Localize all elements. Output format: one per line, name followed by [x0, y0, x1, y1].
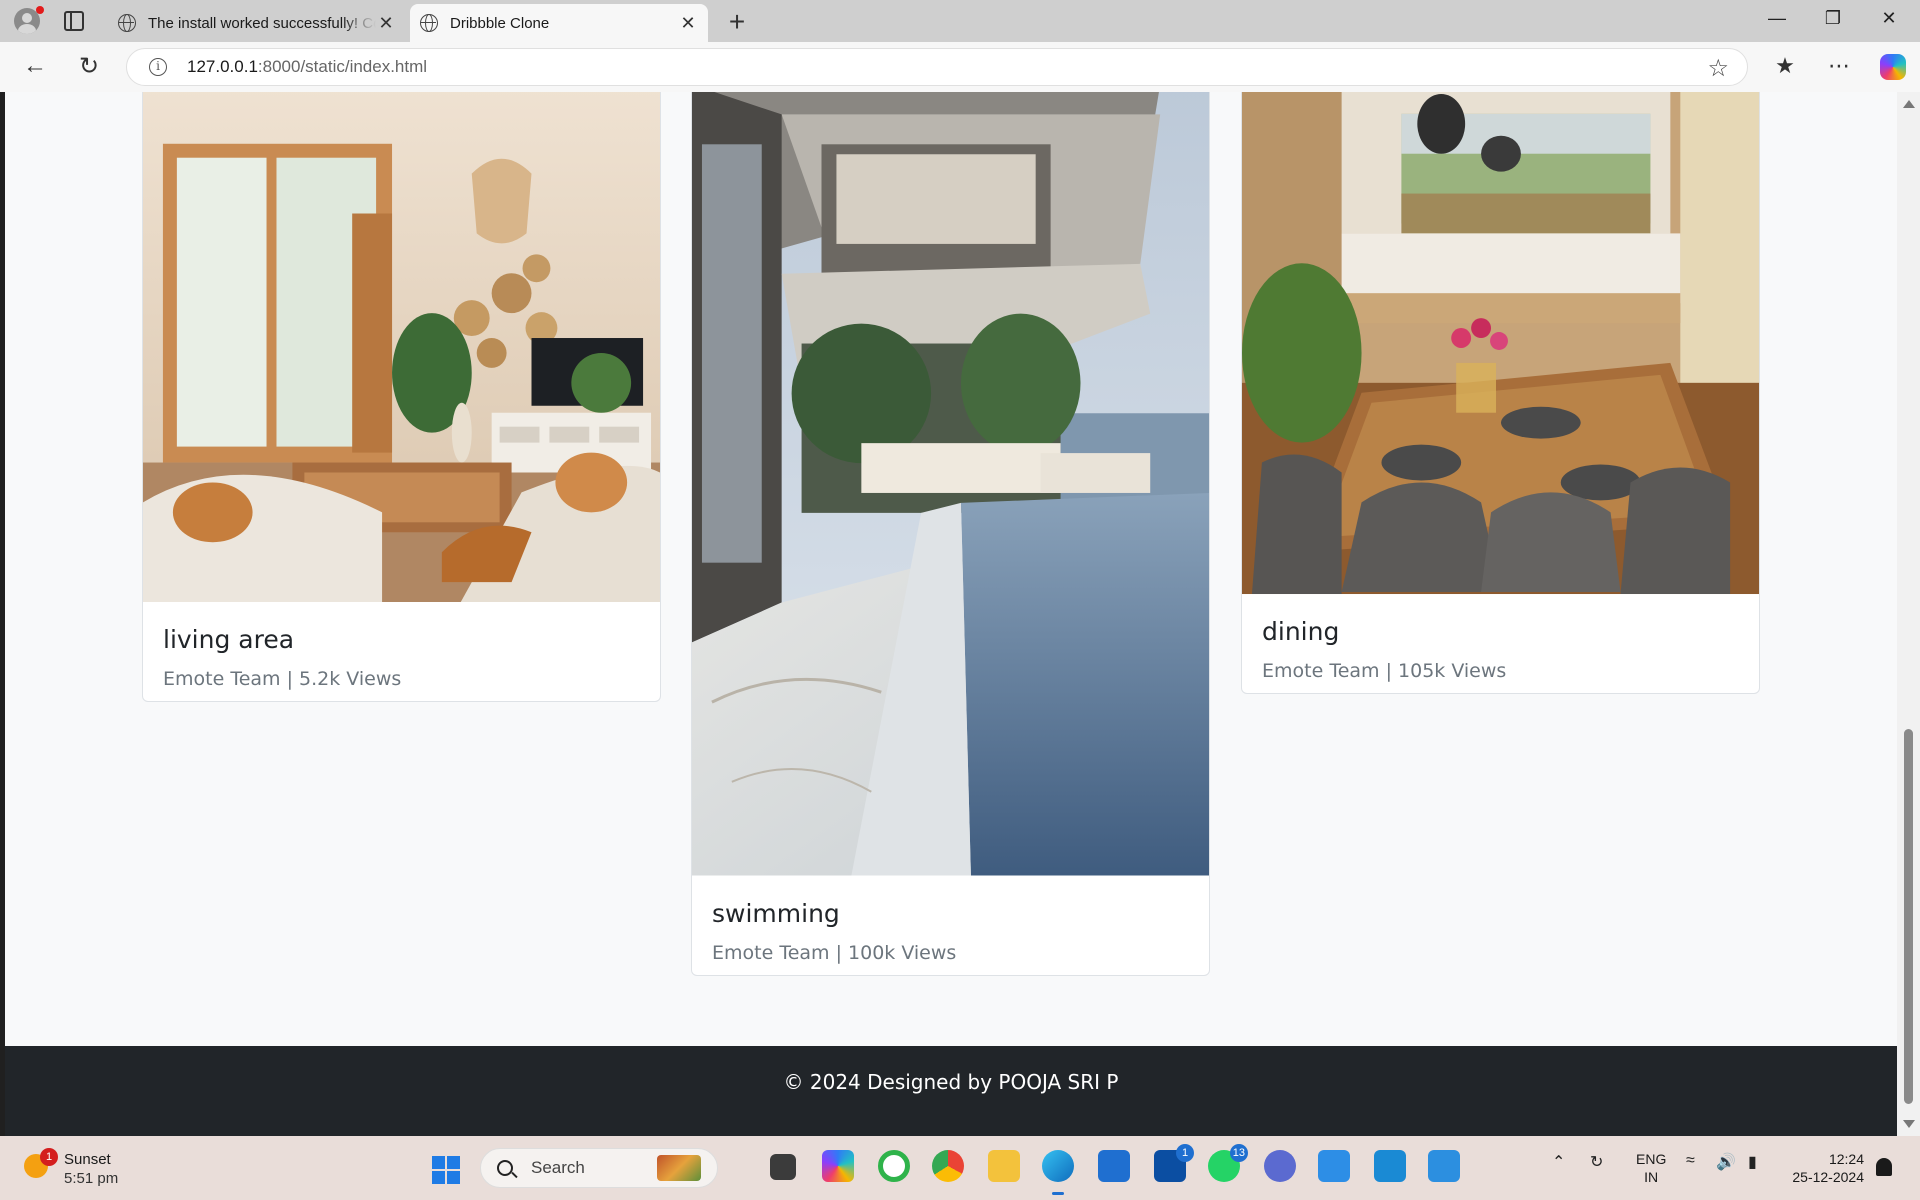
copilot-icon[interactable]: [1880, 54, 1906, 80]
vscode-icon[interactable]: [1374, 1150, 1406, 1182]
sync-icon[interactable]: ↻: [1590, 1152, 1603, 1172]
lang-code: ENG: [1636, 1151, 1667, 1167]
infinity-pool-photo: [692, 92, 1209, 876]
living-room-photo: [143, 92, 660, 602]
restore-icon[interactable]: ❐: [1810, 8, 1856, 29]
refresh-app-icon[interactable]: [878, 1150, 910, 1182]
clock[interactable]: 12:24 25-12-2024: [1782, 1150, 1864, 1186]
wifi-icon[interactable]: ≈: [1686, 1152, 1695, 1170]
card-swimming[interactable]: swimming Emote Team | 100k Views: [691, 92, 1210, 976]
url-input[interactable]: i 127.0.0.1 :8000/static/index.html ☆: [126, 48, 1748, 86]
l-app-icon[interactable]: 1: [1154, 1144, 1194, 1182]
window-close-icon[interactable]: ✕: [1866, 8, 1912, 29]
search-highlight-icon: [657, 1155, 701, 1181]
card-body: living area Emote Team | 5.2k Views: [143, 603, 660, 690]
l-app-badge: 1: [1176, 1144, 1194, 1162]
battery-icon[interactable]: ▮: [1748, 1152, 1757, 1172]
url-host: 127.0.0.1: [187, 57, 258, 76]
tab-actions-icon[interactable]: [64, 11, 84, 31]
tab-dribbble-clone[interactable]: Dribbble Clone ✕: [410, 4, 708, 42]
card-meta: Emote Team | 105k Views: [1262, 660, 1507, 682]
weather-text[interactable]: Sunset 5:51 pm: [64, 1150, 118, 1188]
card-dining[interactable]: dining Emote Team | 105k Views: [1241, 92, 1760, 694]
weather-title: Sunset: [64, 1151, 111, 1168]
new-tab-button[interactable]: +: [722, 6, 752, 38]
card-title: living area: [163, 625, 295, 654]
weather-badge: 1: [40, 1148, 58, 1166]
back-arrow-icon[interactable]: ←: [20, 52, 50, 80]
clock-date: 25-12-2024: [1792, 1169, 1864, 1185]
lang-region: IN: [1644, 1169, 1659, 1185]
taskbar-search[interactable]: Search: [480, 1148, 718, 1188]
edge-icon[interactable]: [1042, 1150, 1074, 1195]
windows-logo-icon: [432, 1156, 445, 1169]
search-icon: [497, 1160, 513, 1176]
footer-text: © 2024 Designed by POOJA SRI P: [783, 1070, 1119, 1094]
weather-time: 5:51 pm: [64, 1170, 119, 1187]
page-viewport: living area Emote Team | 5.2k Views swim…: [5, 92, 1897, 1136]
minimize-icon[interactable]: —: [1754, 8, 1800, 29]
card-title: swimming: [712, 899, 840, 928]
a-app-icon[interactable]: [1264, 1150, 1296, 1182]
chrome-icon[interactable]: [932, 1150, 964, 1182]
notepad-icon[interactable]: [1318, 1150, 1350, 1182]
favorites-icon[interactable]: ★: [1770, 53, 1800, 79]
weather-widget[interactable]: 1: [22, 1148, 58, 1180]
scroll-up-arrow-icon[interactable]: [1903, 100, 1915, 108]
globe-icon: [118, 14, 136, 32]
notification-bell-icon[interactable]: [1876, 1158, 1892, 1176]
photos-icon[interactable]: [1428, 1150, 1460, 1182]
scroll-down-arrow-icon[interactable]: [1903, 1120, 1915, 1128]
dining-kitchen-photo: [1242, 92, 1759, 595]
site-info-icon[interactable]: i: [149, 58, 167, 76]
page-footer: © 2024 Designed by POOJA SRI P: [5, 1046, 1897, 1136]
search-placeholder: Search: [531, 1158, 585, 1177]
page-scrollbar[interactable]: [1897, 92, 1920, 1136]
show-hidden-icons-chevron-icon[interactable]: ⌃: [1552, 1152, 1565, 1172]
card-meta: Emote Team | 5.2k Views: [163, 668, 402, 690]
tab-close-icon[interactable]: ✕: [376, 13, 396, 34]
volume-icon[interactable]: 🔊: [1716, 1152, 1736, 1172]
task-view-icon[interactable]: [770, 1154, 796, 1180]
more-options-icon[interactable]: ⋯: [1824, 53, 1854, 79]
whatsapp-badge: 13: [1229, 1144, 1248, 1162]
clock-time: 12:24: [1828, 1151, 1864, 1167]
card-body: dining Emote Team | 105k Views: [1242, 595, 1759, 682]
tab-title: Dribbble Clone: [450, 14, 550, 32]
language-indicator[interactable]: ENG IN: [1636, 1150, 1666, 1186]
notification-dot-icon: [36, 6, 44, 14]
copilot-app-icon[interactable]: [822, 1150, 854, 1182]
globe-icon: [420, 14, 438, 32]
card-meta: Emote Team | 100k Views: [712, 942, 957, 964]
card-body: swimming Emote Team | 100k Views: [692, 877, 1209, 964]
start-button[interactable]: [432, 1156, 460, 1184]
card-title: dining: [1262, 617, 1340, 646]
store-icon[interactable]: [1098, 1150, 1130, 1182]
reload-icon[interactable]: ↻: [74, 52, 104, 81]
url-path: :8000/static/index.html: [257, 57, 428, 76]
favorite-star-icon[interactable]: ☆: [1707, 54, 1729, 83]
file-explorer-icon[interactable]: [988, 1150, 1020, 1182]
tab-title: The install worked successfully! Co: [148, 14, 376, 32]
browser-tab-bar: The install worked successfully! Co ✕ Dr…: [0, 0, 1920, 42]
whatsapp-icon[interactable]: 13: [1208, 1144, 1248, 1182]
windows-taskbar: 1 Sunset 5:51 pm Search 1 13 ⌃ ↻ ENG IN …: [0, 1136, 1920, 1200]
address-toolbar: ← ↻ i 127.0.0.1 :8000/static/index.html …: [0, 42, 1920, 92]
tab-install-worked[interactable]: The install worked successfully! Co ✕: [108, 4, 406, 42]
tab-close-icon[interactable]: ✕: [678, 13, 698, 34]
card-living-area[interactable]: living area Emote Team | 5.2k Views: [142, 92, 661, 702]
scrollbar-thumb[interactable]: [1904, 729, 1913, 1104]
